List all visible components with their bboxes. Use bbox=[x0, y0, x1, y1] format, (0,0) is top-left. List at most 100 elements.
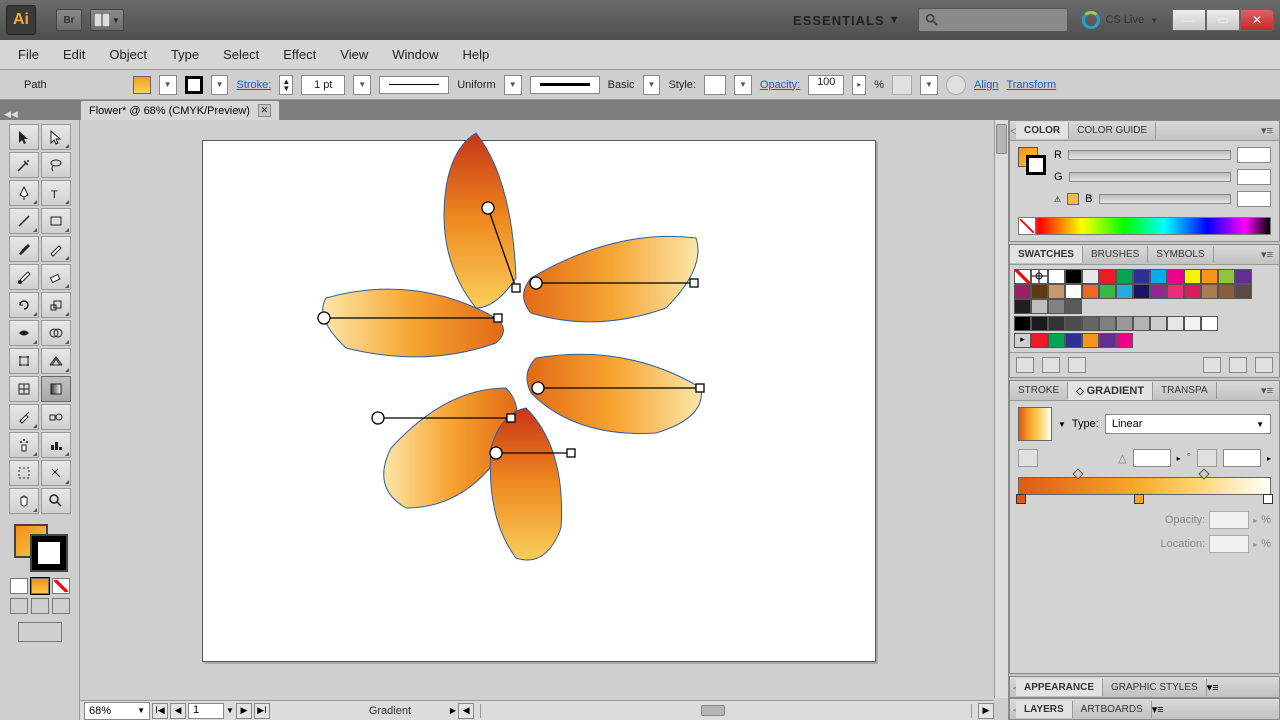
rotate-tool[interactable] bbox=[9, 292, 39, 318]
gradient-type-select[interactable]: Linear▼ bbox=[1105, 414, 1271, 434]
screen-mode-button[interactable] bbox=[18, 622, 62, 642]
swatch[interactable] bbox=[1065, 284, 1082, 299]
swatch[interactable] bbox=[1099, 316, 1116, 331]
draw-inside-button[interactable] bbox=[52, 598, 70, 614]
menu-view[interactable]: View bbox=[328, 43, 380, 66]
horizontal-scrollbar[interactable] bbox=[480, 704, 972, 718]
swatch[interactable] bbox=[1048, 316, 1065, 331]
recolor-artwork-button[interactable] bbox=[892, 75, 912, 95]
select-similar-dropdown[interactable]: ▼ bbox=[920, 75, 938, 95]
swatch[interactable] bbox=[1133, 316, 1150, 331]
variable-width-profile[interactable] bbox=[379, 76, 449, 94]
swatch[interactable] bbox=[1201, 269, 1218, 284]
gradient-mode-button[interactable] bbox=[31, 578, 49, 594]
swatch[interactable] bbox=[1167, 269, 1184, 284]
artboard-tool[interactable] bbox=[9, 460, 39, 486]
swatch-libraries-button[interactable] bbox=[1016, 357, 1034, 373]
swatch-lib-row[interactable]: ▸ bbox=[1014, 333, 1260, 348]
gradient-stop[interactable] bbox=[1134, 494, 1144, 504]
magic-wand-tool[interactable] bbox=[9, 152, 39, 178]
slice-tool[interactable] bbox=[41, 460, 71, 486]
free-transform-tool[interactable] bbox=[9, 348, 39, 374]
swatch[interactable] bbox=[1014, 299, 1031, 314]
swatch[interactable] bbox=[1184, 269, 1201, 284]
gradient-stop[interactable] bbox=[1263, 494, 1273, 504]
stroke-swatch[interactable] bbox=[185, 76, 203, 94]
swatch[interactable] bbox=[1167, 316, 1184, 331]
tab-stroke[interactable]: STROKE bbox=[1010, 382, 1068, 399]
mesh-tool[interactable] bbox=[9, 376, 39, 402]
swatch[interactable] bbox=[1065, 299, 1082, 314]
tab-transparency[interactable]: TRANSPA bbox=[1153, 382, 1217, 399]
gradient-midpoint[interactable] bbox=[1198, 468, 1209, 479]
opacity-dropdown[interactable]: ▸ bbox=[852, 75, 866, 95]
color-spectrum[interactable] bbox=[1018, 217, 1271, 235]
swatch[interactable] bbox=[1031, 316, 1048, 331]
tab-artboards[interactable]: ARTBOARDS bbox=[1073, 701, 1152, 718]
perspective-grid-tool[interactable] bbox=[41, 348, 71, 374]
none-mode-button[interactable] bbox=[52, 578, 70, 594]
menu-file[interactable]: File bbox=[6, 43, 51, 66]
swatch[interactable] bbox=[1218, 284, 1235, 299]
prev-artboard-button[interactable]: ◀ bbox=[170, 703, 186, 719]
color-fill-stroke-icon[interactable] bbox=[1018, 147, 1046, 175]
stop-opacity-input[interactable] bbox=[1209, 511, 1249, 529]
swatch[interactable] bbox=[1099, 333, 1116, 348]
flower-artwork[interactable] bbox=[196, 122, 716, 588]
menu-help[interactable]: Help bbox=[450, 43, 501, 66]
workspace-switcher[interactable]: ESSENTIALS bbox=[793, 13, 885, 28]
brush-dropdown[interactable]: ▼ bbox=[643, 75, 661, 95]
arrange-documents-button[interactable]: ▼ bbox=[90, 9, 124, 31]
swatch[interactable] bbox=[1099, 269, 1116, 284]
stroke-panel-link[interactable]: Stroke: bbox=[236, 79, 271, 91]
bridge-button[interactable]: Br bbox=[56, 9, 82, 31]
panel-menu-button[interactable]: ▾≡ bbox=[1255, 384, 1279, 397]
graphic-style-dropdown[interactable]: ▼ bbox=[734, 75, 752, 95]
menu-select[interactable]: Select bbox=[211, 43, 271, 66]
blob-brush-tool[interactable] bbox=[9, 264, 39, 290]
scroll-left-button[interactable]: ◀ bbox=[458, 703, 474, 719]
tab-symbols[interactable]: SYMBOLS bbox=[1148, 246, 1213, 263]
layers-panel-collapsed[interactable]: ◁ LAYERS ARTBOARDS ▾≡ bbox=[1009, 698, 1280, 720]
swatch[interactable] bbox=[1116, 316, 1133, 331]
swatch[interactable] bbox=[1082, 333, 1099, 348]
reverse-gradient-button[interactable] bbox=[1018, 449, 1038, 467]
panel-menu-button[interactable]: ▾≡ bbox=[1255, 124, 1279, 137]
graphic-style-picker[interactable] bbox=[704, 75, 726, 95]
cs-live-button[interactable]: CS Live ▼ bbox=[1082, 11, 1158, 29]
swatch-group-icon[interactable]: ▸ bbox=[1014, 333, 1031, 348]
swatch[interactable] bbox=[1201, 316, 1218, 331]
stroke-weight-stepper[interactable]: ▲▼ bbox=[279, 75, 293, 95]
swatch[interactable] bbox=[1014, 284, 1031, 299]
menu-object[interactable]: Object bbox=[97, 43, 159, 66]
new-swatch-button[interactable] bbox=[1229, 357, 1247, 373]
tab-gradient[interactable]: ◇ GRADIENT bbox=[1068, 382, 1153, 400]
g-slider[interactable] bbox=[1069, 172, 1231, 182]
swatch[interactable] bbox=[1065, 333, 1082, 348]
rectangle-tool[interactable] bbox=[41, 208, 71, 234]
direct-selection-tool[interactable] bbox=[41, 124, 71, 150]
opacity-link[interactable]: Opacity: bbox=[760, 79, 800, 91]
swatch[interactable] bbox=[1048, 284, 1065, 299]
width-tool[interactable] bbox=[9, 320, 39, 346]
tab-swatches[interactable]: SWATCHES bbox=[1010, 246, 1083, 263]
swatch[interactable] bbox=[1150, 316, 1167, 331]
close-tab-button[interactable]: ✕ bbox=[258, 104, 271, 117]
draw-behind-button[interactable] bbox=[31, 598, 49, 614]
swatch[interactable] bbox=[1133, 269, 1150, 284]
swatch[interactable] bbox=[1099, 284, 1116, 299]
swatch[interactable] bbox=[1048, 269, 1065, 284]
swatch[interactable] bbox=[1065, 269, 1082, 284]
menu-edit[interactable]: Edit bbox=[51, 43, 97, 66]
show-swatch-kinds-button[interactable] bbox=[1042, 357, 1060, 373]
document-canvas[interactable] bbox=[86, 122, 992, 698]
gradient-angle-input[interactable] bbox=[1133, 449, 1171, 467]
next-artboard-button[interactable]: ▶ bbox=[236, 703, 252, 719]
gradient-tool[interactable] bbox=[41, 376, 71, 402]
tab-graphic-styles[interactable]: GRAPHIC STYLES bbox=[1103, 679, 1207, 696]
stroke-weight-dropdown[interactable]: ▼ bbox=[353, 75, 371, 95]
fill-dropdown[interactable]: ▼ bbox=[159, 75, 177, 95]
b-value-input[interactable] bbox=[1237, 191, 1271, 207]
close-button[interactable]: ✕ bbox=[1240, 9, 1274, 31]
type-tool[interactable]: T bbox=[41, 180, 71, 206]
